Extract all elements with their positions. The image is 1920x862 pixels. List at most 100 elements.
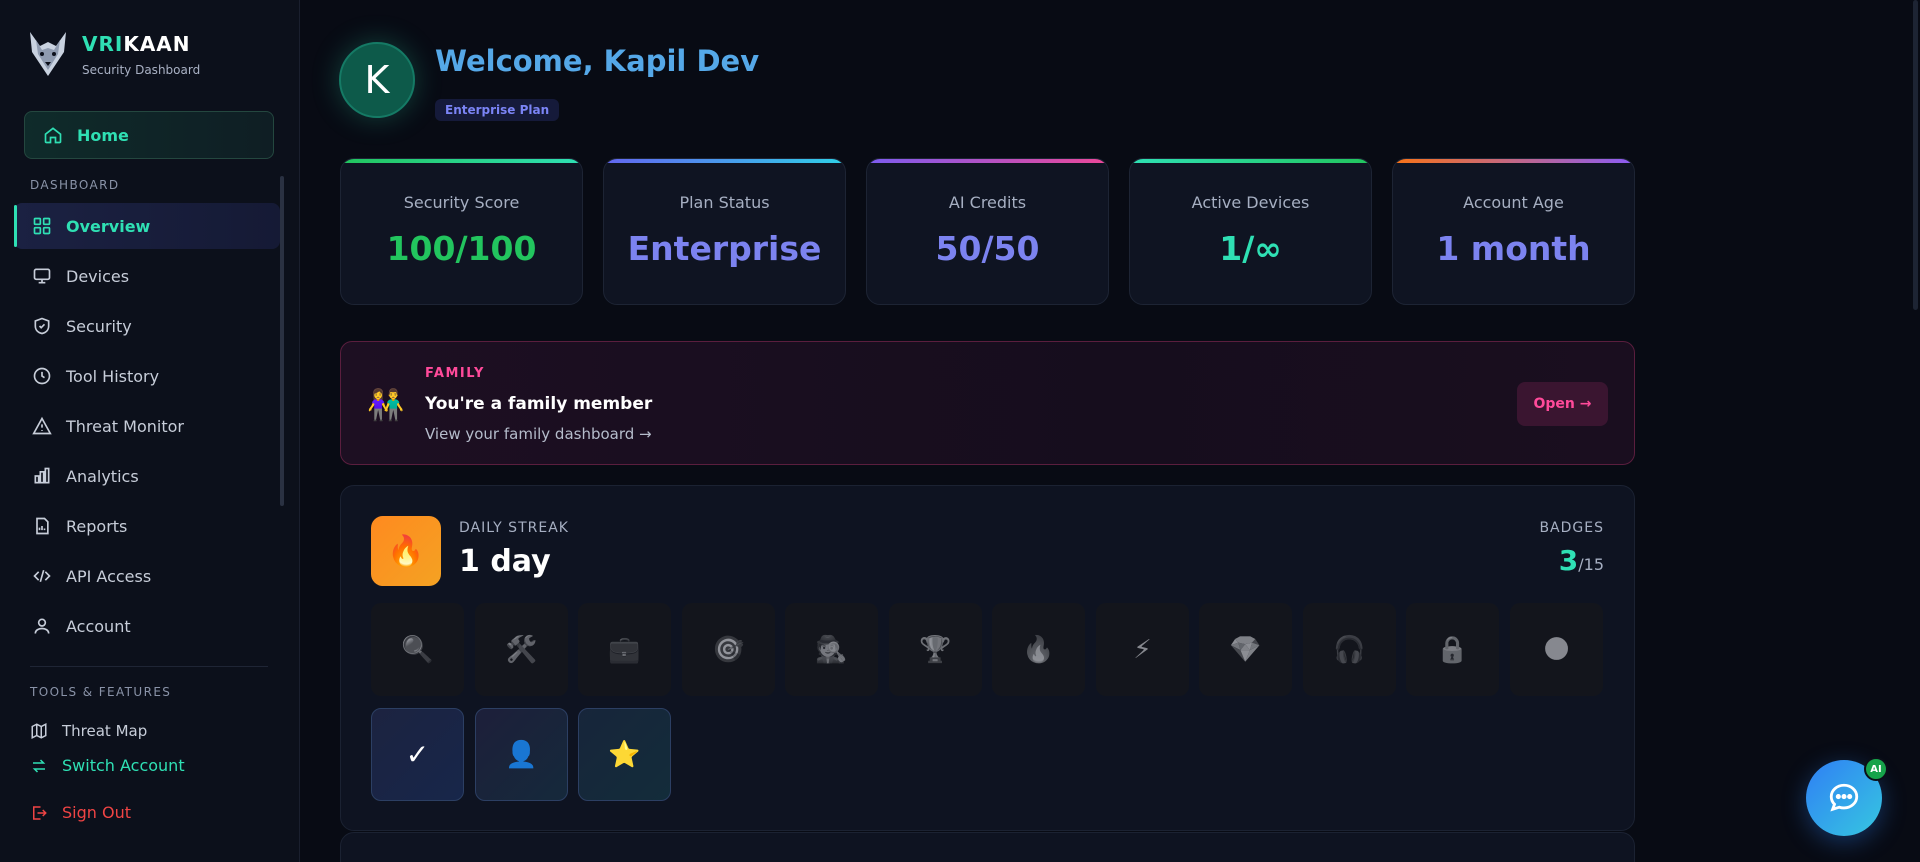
badge-earned-check-icon[interactable]: ✓ <box>371 708 464 801</box>
sidebar-item-security[interactable]: Security <box>14 303 280 349</box>
stat-accent-bar <box>1130 159 1371 163</box>
stat-label: Security Score <box>403 193 520 212</box>
sidebar-item-label: API Access <box>66 566 152 586</box>
sidebar-item-label: Account <box>66 616 131 636</box>
stat-value: 100/100 <box>386 229 537 268</box>
home-label: Home <box>77 125 129 145</box>
stat-accent-bar <box>867 159 1108 163</box>
switch-arrows-icon <box>32 758 46 773</box>
dashboard-section-label: DASHBOARD <box>30 178 120 192</box>
stat-card-active-devices: Active Devices 1/∞ <box>1129 158 1372 305</box>
brand-name: VRIKAAN <box>82 31 191 56</box>
sidebar-item-overview[interactable]: Overview <box>14 203 280 249</box>
stat-label: AI Credits <box>948 193 1027 212</box>
sidebar-scrollbar[interactable] <box>280 176 284 506</box>
next-section-card <box>340 832 1635 862</box>
chat-bubble-icon <box>1829 783 1859 812</box>
brand-subtitle: Security Dashboard <box>82 62 201 77</box>
family-banner: 👫 FAMILY You're a family member View you… <box>340 341 1635 465</box>
stat-value: Enterprise <box>627 229 822 268</box>
sidebar-item-tool-history[interactable]: Tool History <box>14 353 280 399</box>
sidebar-item-devices[interactable]: Devices <box>14 253 280 299</box>
code-icon <box>33 569 51 583</box>
user-icon <box>34 618 50 634</box>
sidebar-item-account[interactable]: Account <box>14 603 280 649</box>
badges-count: 3/15 <box>1558 544 1604 577</box>
stat-value: 1 month <box>1436 229 1591 268</box>
badge-locked-lock-icon[interactable]: 🔒 <box>1406 603 1499 696</box>
stat-label: Account Age <box>1463 193 1564 212</box>
plan-badge: Enterprise Plan <box>435 99 560 121</box>
badge-locked-lightning-icon[interactable]: ⚡ <box>1096 603 1189 696</box>
sidebar-item-api-access[interactable]: API Access <box>14 553 280 599</box>
badge-locked-trophy-icon[interactable]: 🏆 <box>889 603 982 696</box>
sidebar-item-threat-map[interactable]: Threat Map <box>30 722 147 740</box>
stat-card-plan-status: Plan Status Enterprise <box>603 158 846 305</box>
sidebar-item-label: Analytics <box>66 466 139 486</box>
badge-locked-detective-icon[interactable]: 🕵️ <box>785 603 878 696</box>
threat-map-label: Threat Map <box>62 722 148 740</box>
sign-out-icon <box>33 805 47 820</box>
family-tag: FAMILY <box>425 366 485 381</box>
stat-accent-bar <box>341 159 582 163</box>
streak-card: 🔥 DAILY STREAK 1 day BADGES 3/15 🔍 🛠️ 💼 … <box>340 485 1635 831</box>
clock-icon <box>33 367 51 385</box>
sidebar-item-label: Threat Monitor <box>66 416 184 436</box>
badge-locked-headphones-icon[interactable]: 🎧 <box>1303 603 1396 696</box>
sidebar-nav: Overview Devices Security Tool History T… <box>14 203 280 653</box>
family-title: You're a family member <box>425 394 653 414</box>
sign-out-button[interactable]: Sign Out <box>30 803 131 822</box>
stat-value: 50/50 <box>935 229 1040 268</box>
stat-value: 1/∞ <box>1219 229 1282 268</box>
badge-locked-tools-icon[interactable]: 🛠️ <box>475 603 568 696</box>
sidebar-divider <box>30 666 268 667</box>
shield-icon <box>34 317 50 335</box>
streak-value: 1 day <box>459 544 551 579</box>
grid-icon <box>33 217 51 235</box>
flame-icon: 🔥 <box>371 516 441 586</box>
switch-account-button[interactable]: Switch Account <box>30 756 185 775</box>
stat-label: Active Devices <box>1191 193 1310 212</box>
monitor-icon <box>33 268 51 284</box>
badge-locked-target-icon[interactable]: 🎯 <box>682 603 775 696</box>
home-button[interactable]: Home <box>24 111 274 159</box>
family-dashboard-link[interactable]: View your family dashboard → <box>425 425 652 443</box>
badge-locked-dark-moon-icon[interactable]: 🌑 <box>1510 603 1603 696</box>
family-open-button[interactable]: Open → <box>1517 382 1608 426</box>
sidebar-item-label: Reports <box>66 516 128 536</box>
stat-card-account-age: Account Age 1 month <box>1392 158 1635 305</box>
badge-locked-briefcase-icon[interactable]: 💼 <box>578 603 671 696</box>
stat-card-ai-credits: AI Credits 50/50 <box>866 158 1109 305</box>
sidebar-item-label: Security <box>66 316 132 336</box>
main-scrollbar[interactable] <box>1913 0 1918 310</box>
badge-earned-star-icon[interactable]: ⭐ <box>578 708 671 801</box>
map-icon <box>31 723 47 739</box>
badge-earned-user-icon[interactable]: 👤 <box>475 708 568 801</box>
avatar[interactable]: K <box>339 42 415 118</box>
sidebar-item-threat-monitor[interactable]: Threat Monitor <box>14 403 280 449</box>
stat-accent-bar <box>604 159 845 163</box>
brand[interactable]: VRIKAAN Security Dashboard <box>26 30 200 78</box>
stat-label: Plan Status <box>679 193 770 212</box>
page-title: Welcome, Kapil Dev <box>435 44 760 78</box>
wolf-logo-icon <box>30 32 66 76</box>
tools-section-label: TOOLS & FEATURES <box>30 685 172 699</box>
badges-label: BADGES <box>1539 520 1604 536</box>
badge-locked-search-icon[interactable]: 🔍 <box>371 603 464 696</box>
sidebar-item-analytics[interactable]: Analytics <box>14 453 280 499</box>
badge-locked-fire-icon[interactable]: 🔥 <box>992 603 1085 696</box>
sidebar-item-label: Overview <box>66 216 151 236</box>
streak-label: DAILY STREAK <box>459 520 569 536</box>
ai-badge: AI <box>1864 757 1888 781</box>
sidebar: VRIKAAN Security Dashboard Home DASHBOAR… <box>0 0 300 862</box>
sidebar-item-reports[interactable]: Reports <box>14 503 280 549</box>
stat-card-security-score: Security Score 100/100 <box>340 158 583 305</box>
badge-locked-gem-icon[interactable]: 💎 <box>1199 603 1292 696</box>
home-icon <box>44 127 62 144</box>
alert-triangle-icon <box>32 416 52 435</box>
stat-accent-bar <box>1393 159 1634 163</box>
sidebar-item-label: Tool History <box>66 366 160 386</box>
sign-out-label: Sign Out <box>62 803 131 822</box>
switch-account-label: Switch Account <box>62 756 185 775</box>
sidebar-item-label: Devices <box>66 266 130 286</box>
